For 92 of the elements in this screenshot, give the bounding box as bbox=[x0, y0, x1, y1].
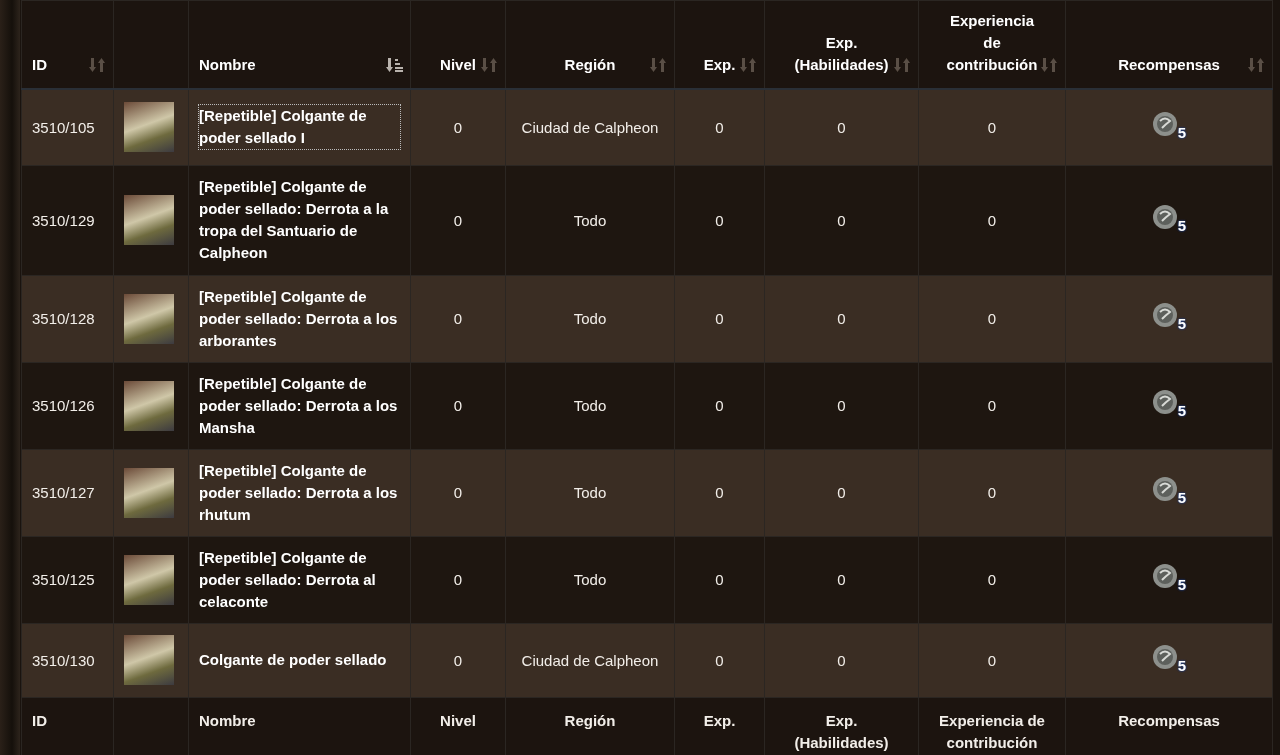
reward-item[interactable]: 5 bbox=[1152, 302, 1186, 332]
column-footer: Experiencia de contribución bbox=[939, 711, 1045, 751]
photo-placeholder bbox=[124, 554, 174, 605]
column-footer: Exp. bbox=[703, 711, 736, 729]
table-cell: 0 bbox=[764, 536, 919, 623]
table-cell: 3510/125 bbox=[21, 536, 114, 623]
column-footer: Nivel bbox=[440, 711, 476, 729]
table-cell: Todo bbox=[505, 362, 675, 449]
sort-icon[interactable] bbox=[894, 57, 912, 73]
table-cell: 0 bbox=[674, 89, 765, 165]
column-header[interactable]: Nombre bbox=[199, 54, 256, 76]
table-cell: 0 bbox=[410, 165, 506, 275]
table-cell: 0 bbox=[674, 275, 765, 362]
sort-icon[interactable] bbox=[1041, 57, 1059, 73]
reward-item[interactable]: 5 bbox=[1152, 643, 1186, 674]
sort-icon[interactable] bbox=[481, 57, 499, 73]
table-cell: 0 bbox=[764, 623, 919, 697]
item-count: 5 bbox=[1177, 402, 1186, 419]
column-header[interactable]: Exp. bbox=[703, 54, 736, 76]
table-cell: 0 bbox=[918, 449, 1066, 536]
photo-placeholder bbox=[124, 102, 174, 153]
table-cell: 0 bbox=[410, 536, 506, 623]
column-header[interactable]: ID bbox=[32, 54, 47, 76]
table-cell: 0 bbox=[918, 275, 1066, 362]
table-cell: 0 bbox=[764, 449, 919, 536]
table-cell: 0 bbox=[918, 623, 1066, 697]
table-cell: Todo bbox=[505, 275, 675, 362]
item-count: 5 bbox=[1177, 315, 1186, 332]
column-header[interactable]: Nivel bbox=[440, 54, 476, 76]
reward-item[interactable]: 5 bbox=[1152, 476, 1186, 506]
table-cell: 0 bbox=[918, 165, 1066, 275]
photo-placeholder bbox=[124, 195, 174, 245]
column-footer: Nombre bbox=[199, 711, 256, 729]
table-cell: 0 bbox=[674, 449, 765, 536]
column-footer: Región bbox=[564, 711, 616, 729]
column-header[interactable]: Recompensas bbox=[1118, 54, 1220, 76]
photo-placeholder bbox=[124, 293, 174, 344]
column-footer: Recompensas bbox=[1118, 711, 1220, 729]
photo-placeholder bbox=[124, 467, 174, 518]
item-count: 5 bbox=[1177, 576, 1186, 593]
sort-descending-icon[interactable] bbox=[386, 57, 404, 73]
item-count: 5 bbox=[1177, 123, 1186, 141]
reward-item[interactable]: 5 bbox=[1152, 203, 1186, 234]
coin-icon bbox=[1152, 110, 1178, 137]
table-cell: Ciudad de Calpheon bbox=[505, 89, 675, 165]
coin-icon bbox=[1152, 389, 1178, 415]
table-cell: Todo bbox=[505, 449, 675, 536]
table-cell: 3510/129 bbox=[21, 165, 114, 275]
sort-icon[interactable] bbox=[89, 57, 107, 73]
coin-icon bbox=[1152, 203, 1178, 230]
table-cell: 3510/130 bbox=[21, 623, 114, 697]
column-header[interactable]: Región bbox=[564, 54, 616, 76]
sort-icon[interactable] bbox=[650, 57, 668, 73]
coin-icon bbox=[1152, 302, 1178, 328]
table-cell: 0 bbox=[764, 275, 919, 362]
table-cell: 0 bbox=[918, 89, 1066, 165]
table-cell: 0 bbox=[918, 536, 1066, 623]
table-cell: 3510/126 bbox=[21, 362, 114, 449]
table-cell: Ciudad de Calpheon bbox=[505, 623, 675, 697]
table-cell: 3510/105 bbox=[21, 89, 114, 165]
table-cell: 0 bbox=[674, 536, 765, 623]
column-footer: ID bbox=[32, 711, 47, 729]
table-cell: 0 bbox=[674, 623, 765, 697]
column-footer: Exp. (Habilidades) bbox=[794, 711, 889, 751]
table-cell: 0 bbox=[410, 449, 506, 536]
photo-placeholder bbox=[124, 380, 174, 431]
reward-item[interactable]: 5 bbox=[1152, 563, 1186, 593]
item-count: 5 bbox=[1177, 656, 1186, 674]
table-cell: 0 bbox=[764, 89, 919, 165]
table-cell: 0 bbox=[764, 165, 919, 275]
table-cell: 0 bbox=[410, 89, 506, 165]
table-cell: 0 bbox=[764, 362, 919, 449]
item-count: 5 bbox=[1177, 489, 1186, 506]
table-cell: Todo bbox=[505, 165, 675, 275]
table-cell: Todo bbox=[505, 536, 675, 623]
photo-placeholder bbox=[124, 635, 174, 685]
table-cell: 0 bbox=[410, 623, 506, 697]
coin-icon bbox=[1152, 643, 1178, 670]
table-cell: 0 bbox=[674, 165, 765, 275]
table-cell: 0 bbox=[410, 275, 506, 362]
reward-item[interactable]: 5 bbox=[1152, 389, 1186, 419]
coin-icon bbox=[1152, 563, 1178, 589]
sort-icon[interactable] bbox=[1248, 57, 1266, 73]
table-cell: 0 bbox=[410, 362, 506, 449]
sort-icon[interactable] bbox=[740, 57, 758, 73]
item-count: 5 bbox=[1177, 216, 1186, 234]
reward-item[interactable]: 5 bbox=[1152, 110, 1186, 141]
table-cell: 0 bbox=[674, 362, 765, 449]
table-cell: 3510/128 bbox=[21, 275, 114, 362]
coin-icon bbox=[1152, 476, 1178, 502]
table-cell: 3510/127 bbox=[21, 449, 114, 536]
table-cell: 0 bbox=[918, 362, 1066, 449]
